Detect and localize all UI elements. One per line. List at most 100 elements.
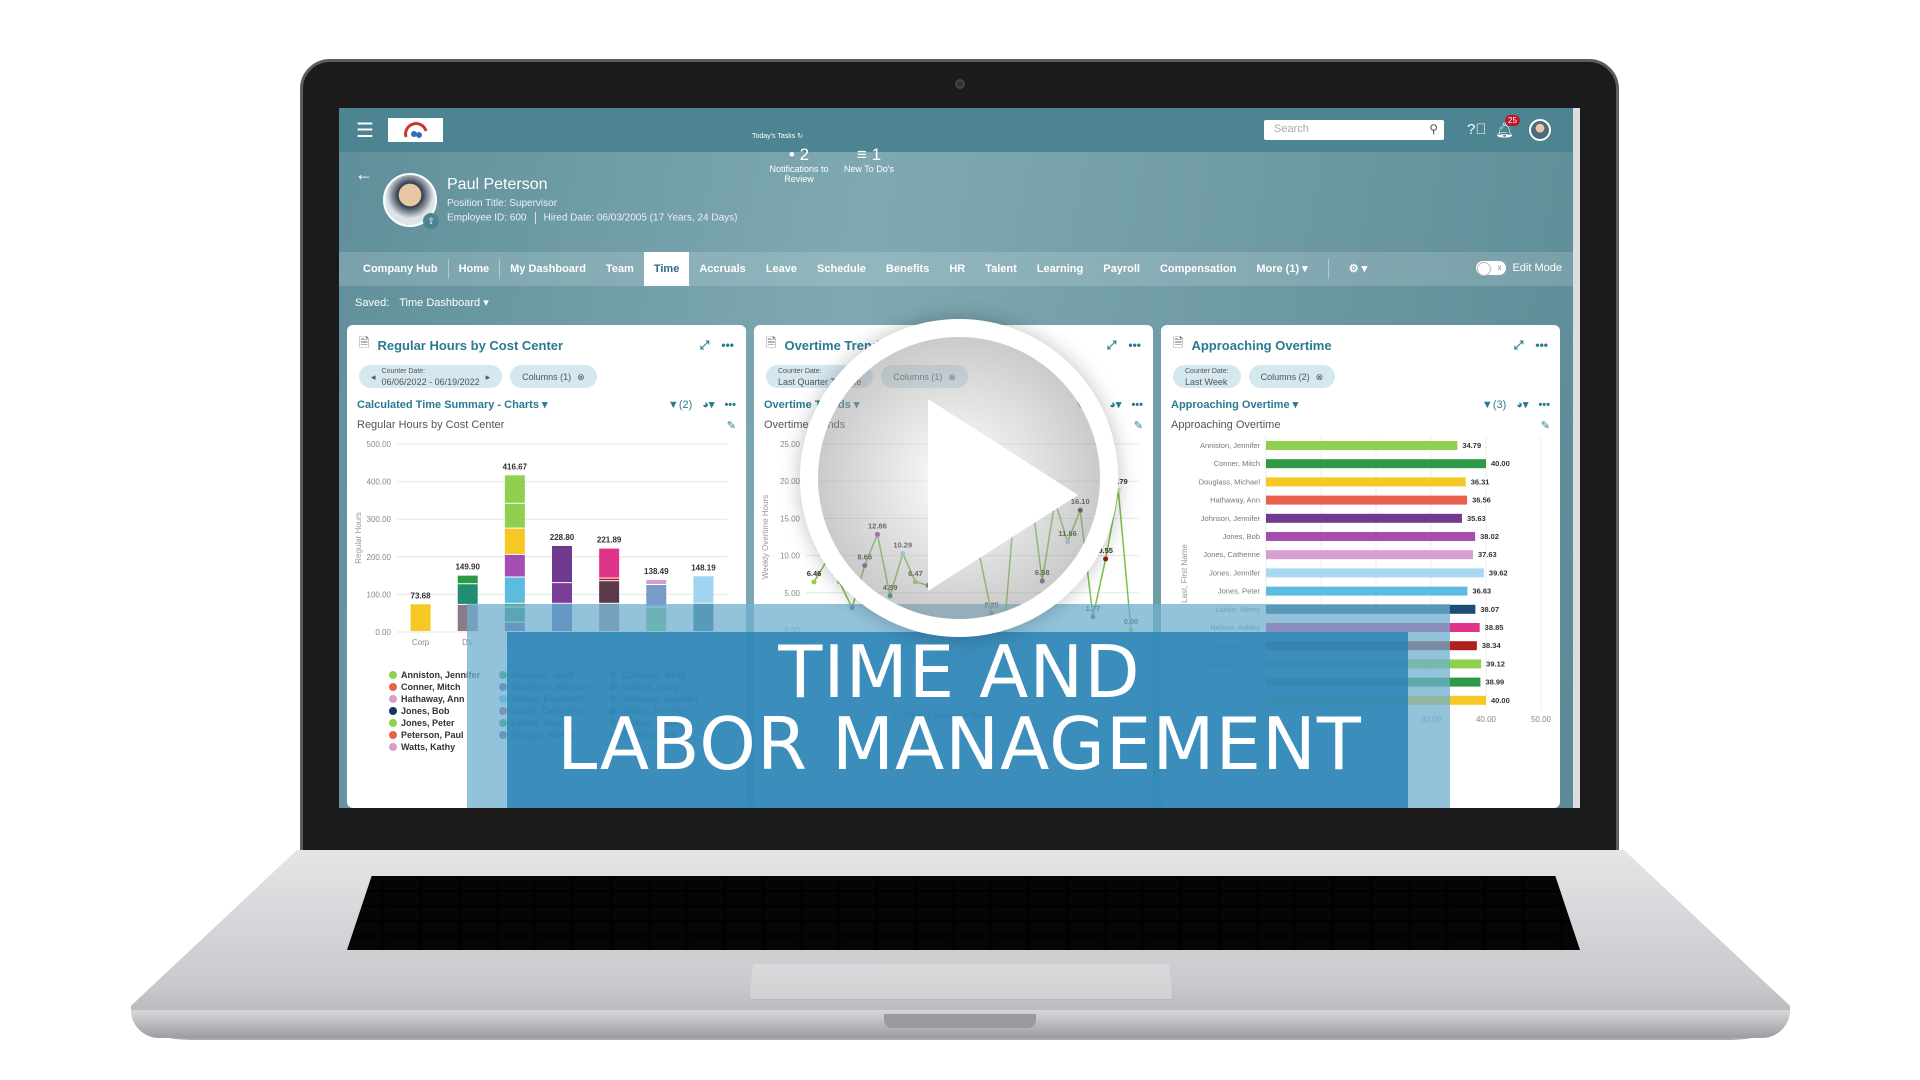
hamburger-icon[interactable]: ☰	[356, 118, 374, 143]
y-tick-label: 25.00	[780, 440, 801, 449]
play-button[interactable]	[800, 319, 1118, 637]
company-logo[interactable]	[387, 118, 443, 142]
bar-segment	[457, 584, 478, 604]
edit-pencil-icon[interactable]: ✎	[1541, 419, 1550, 432]
next-arrow-icon[interactable]: ▸	[486, 372, 491, 382]
columns-chip[interactable]: Columns (2) ⊗	[1248, 365, 1336, 388]
y-tick-label: 200.00	[367, 553, 392, 562]
todos-task[interactable]: ≡ 1 New To Do's	[839, 146, 899, 175]
filter-icon[interactable]: ▼(2)	[668, 399, 692, 411]
expand-icon[interactable]: ⤢	[1107, 338, 1117, 353]
camera	[955, 79, 965, 89]
remove-icon[interactable]: ⊗	[577, 372, 585, 382]
help-icon[interactable]: ?⃝	[1467, 121, 1487, 138]
y-axis-label: Regular Hours	[354, 512, 363, 564]
nav-item-home[interactable]: Home	[449, 252, 500, 286]
bar-segment	[457, 575, 478, 584]
user-avatar[interactable]	[1529, 119, 1551, 141]
nav-item-payroll[interactable]: Payroll	[1093, 252, 1150, 286]
counter-date-chip[interactable]: Counter Date: Last Week	[1173, 365, 1241, 388]
edit-pencil-icon[interactable]: ✎	[727, 419, 736, 432]
chart-type-icon[interactable]: ◕▾	[702, 398, 714, 411]
report-dropdown[interactable]: Approaching Overtime ▾	[1171, 398, 1472, 411]
saved-view-dropdown[interactable]: Time Dashboard ▾	[399, 297, 488, 309]
bar-segment	[410, 604, 431, 631]
bar	[1266, 586, 1468, 596]
bar	[1266, 568, 1484, 578]
nav-item-time[interactable]: Time	[643, 252, 690, 286]
nav-item-my-dashboard[interactable]: My Dashboard	[500, 252, 596, 286]
nav-item-compensation[interactable]: Compensation	[1150, 252, 1246, 286]
back-arrow-icon[interactable]: ←	[355, 164, 373, 185]
bar-segment	[504, 503, 525, 528]
y-tick-label: 400.00	[367, 478, 392, 487]
more-options-icon[interactable]: •••	[1538, 399, 1550, 411]
filter-icon[interactable]: ▼(3)	[1482, 399, 1506, 411]
nav-item-team[interactable]: Team	[596, 252, 644, 286]
search-input[interactable]: Search ⚲	[1264, 120, 1444, 140]
notifications-task[interactable]: • 2 Notifications to Review	[769, 146, 829, 185]
y-tick-label: 100.00	[367, 590, 392, 599]
nav-item-benefits[interactable]: Benefits	[876, 252, 939, 286]
bar-segment	[504, 528, 525, 554]
expand-icon[interactable]: ⤢	[1514, 338, 1524, 353]
todays-tasks-label[interactable]: Today's Tasks ↻	[752, 132, 803, 140]
keyboard	[347, 876, 1580, 950]
y-tick-label: 15.00	[780, 514, 801, 523]
more-options-icon[interactable]: •••	[1128, 338, 1141, 352]
expand-icon[interactable]: ⤢	[700, 338, 710, 353]
profile-name: Paul Peterson	[447, 176, 548, 193]
more-options-icon[interactable]: •••	[1535, 338, 1548, 352]
bar-segment	[693, 576, 714, 603]
report-dropdown[interactable]: Calculated Time Summary - Charts ▾	[357, 398, 658, 411]
chart-type-icon[interactable]: ◕▾	[1109, 398, 1121, 411]
main-nav: Company Hub Home My Dashboard Team Time Accru…	[339, 252, 1573, 286]
bar-value-label: 149.90	[455, 563, 480, 572]
nav-item-more-1[interactable]: More (1) ▾	[1246, 252, 1317, 286]
upload-icon[interactable]: ⇧	[423, 213, 439, 229]
bar	[1266, 441, 1458, 450]
nav-item-leave[interactable]: Leave	[756, 252, 807, 286]
columns-chip[interactable]: Columns (1)⊗	[510, 365, 597, 388]
bar-value-label: 138.49	[644, 567, 669, 576]
remove-icon[interactable]: ⊗	[1316, 372, 1324, 382]
bar-value-label: 36.63	[1472, 587, 1491, 596]
counter-date-chip[interactable]: ◂ Counter Date: 06/06/2022 - 06/19/2022 ▸	[359, 365, 503, 388]
settings-gear-icon[interactable]: ⚙ ▾	[1339, 252, 1377, 286]
bar-value-label: 228.80	[550, 533, 575, 542]
top-bar: ☰ Search ⚲ ?⃝ 🔔︎ 25	[339, 108, 1573, 152]
more-options-icon[interactable]: •••	[724, 399, 736, 411]
prev-arrow-icon[interactable]: ◂	[371, 372, 376, 382]
bar	[1266, 513, 1462, 523]
bar-value-label: 73.68	[411, 591, 432, 600]
y-tick-label: Jones, Catherine	[1203, 550, 1260, 559]
saved-view: Saved: Time Dashboard ▾	[355, 297, 489, 309]
document-icon: 🗎	[1173, 335, 1184, 350]
chart-subtitle: Regular Hours by Cost Center	[357, 419, 505, 431]
y-axis-label: Weekly Overtime Hours	[761, 495, 770, 579]
panel-title: Approaching Overtime	[1191, 337, 1332, 353]
bar-value-label: 38.07	[1480, 605, 1499, 614]
bar-segment	[504, 475, 525, 503]
nav-item-company-hub[interactable]: Company Hub	[353, 252, 448, 286]
nav-item-hr[interactable]: HR	[939, 252, 975, 286]
more-options-icon[interactable]: •••	[721, 338, 734, 352]
nav-item-schedule[interactable]: Schedule	[807, 252, 876, 286]
more-options-icon[interactable]: •••	[1131, 399, 1143, 411]
y-tick-label: Anniston, Jennifer	[1200, 441, 1261, 450]
nav-item-accruals[interactable]: Accruals	[689, 252, 755, 286]
chart-type-icon[interactable]: ◕▾	[1516, 398, 1528, 411]
bar-segment	[504, 554, 525, 577]
bar-value-label: 148.19	[691, 563, 716, 572]
hired-date: Hired Date: 06/03/2005 (17 Years, 24 Day…	[543, 212, 738, 224]
nav-item-talent[interactable]: Talent	[975, 252, 1027, 286]
edit-pencil-icon[interactable]: ✎	[1134, 419, 1143, 432]
search-icon[interactable]: ⚲	[1429, 122, 1438, 136]
y-tick-label: Hathaway, Ann	[1210, 496, 1260, 505]
bar-segment	[552, 583, 572, 603]
bar	[1266, 477, 1466, 487]
toggle-switch[interactable]: x	[1476, 261, 1507, 276]
nav-item-learning[interactable]: Learning	[1027, 252, 1093, 286]
y-tick-label: Jones, Peter	[1218, 587, 1261, 596]
edit-mode-toggle[interactable]: x Edit Mode	[1476, 261, 1562, 276]
